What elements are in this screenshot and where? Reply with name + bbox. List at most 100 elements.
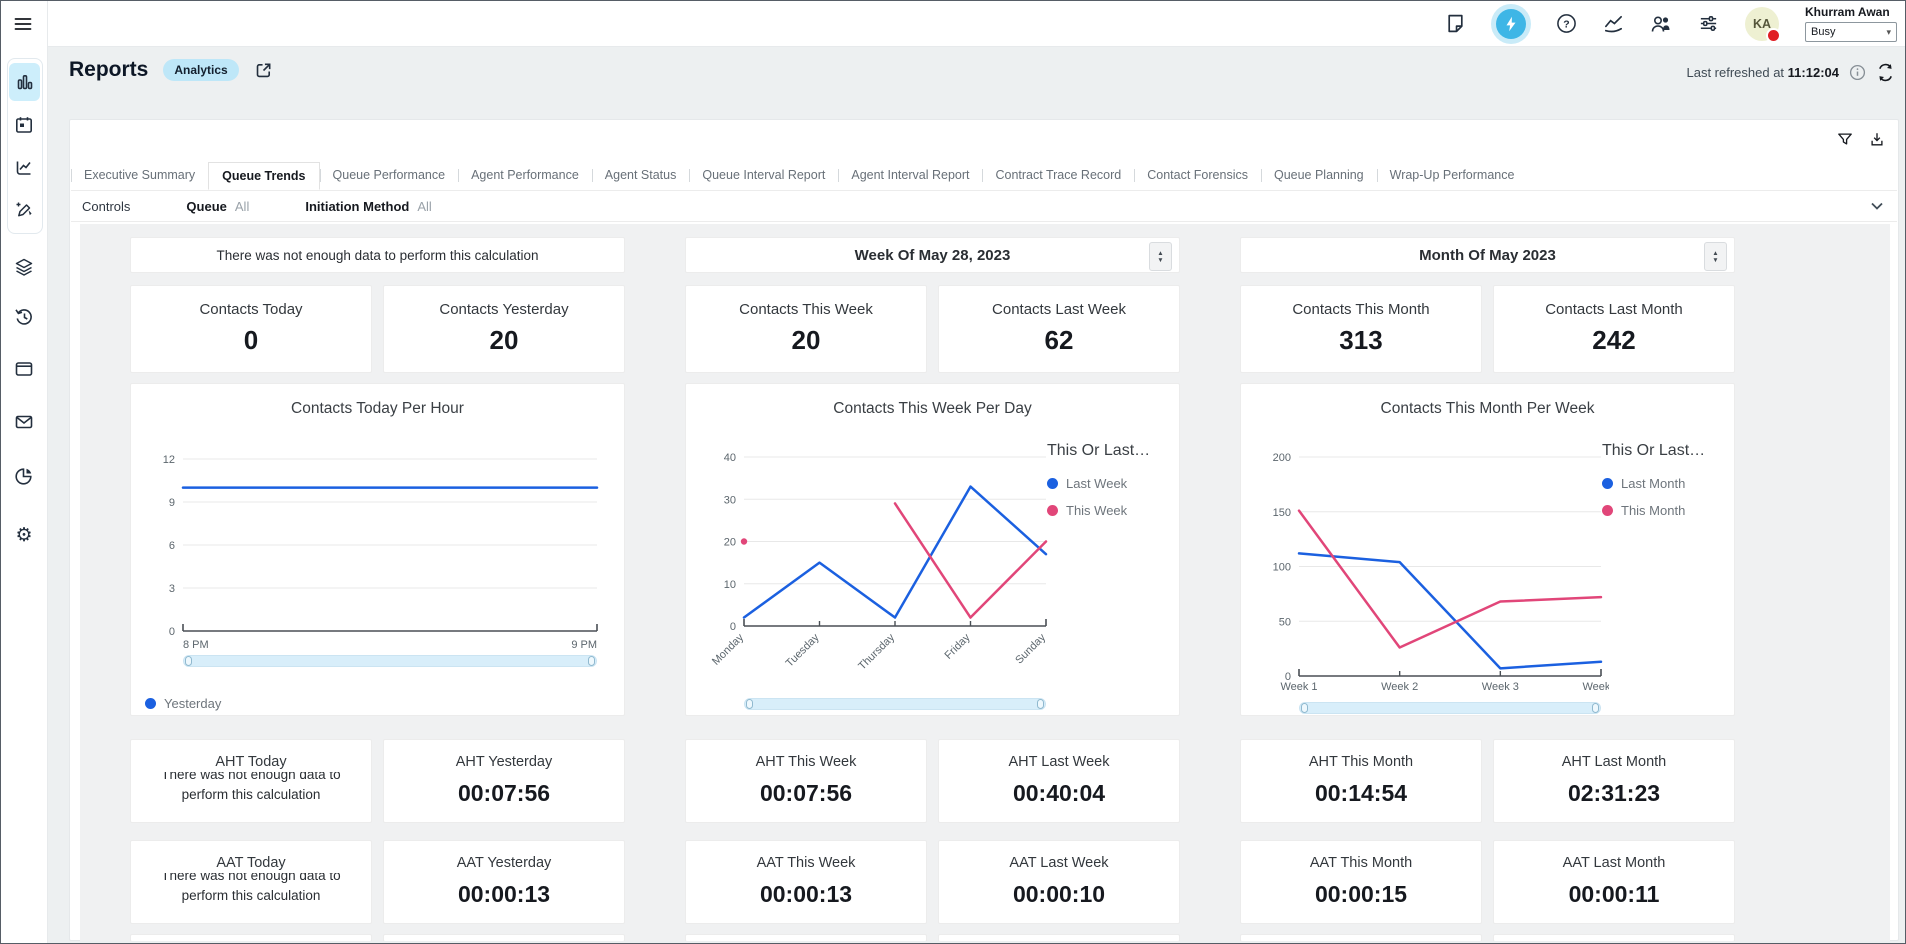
sidebar-item-settings[interactable]: ⚙ [10, 521, 38, 549]
metric-title: AAT This Week [686, 855, 926, 871]
kpi-card: Contacts Today0 [130, 285, 372, 373]
tab-wrap-up-performance[interactable]: Wrap-Up Performance [1377, 162, 1528, 190]
page: ? KA Khurram Awan Busy ▾ [0, 0, 1906, 944]
chart-plot: 050100150200Week 1Week 2Week 3Week 4 [1253, 430, 1609, 692]
tabs-row: Executive SummaryQueue TrendsQueue Perfo… [71, 162, 1897, 191]
chart-title: Contacts Today Per Hour [131, 400, 624, 418]
chart-title: Contacts This Month Per Week [1241, 400, 1734, 418]
sidebar-item-calendar[interactable] [10, 111, 38, 139]
sidebar-item-history[interactable] [10, 303, 38, 331]
tab-queue-performance[interactable]: Queue Performance [320, 162, 459, 190]
tab-contract-trace-record[interactable]: Contract Trace Record [982, 162, 1134, 190]
download-icon [1869, 131, 1885, 147]
chart-x-scrollbar[interactable] [744, 698, 1046, 710]
tab-queue-trends[interactable]: Queue Trends [208, 162, 319, 190]
help-icon[interactable]: ? [1556, 13, 1577, 34]
svg-text:8 PM: 8 PM [183, 639, 209, 651]
date-stepper[interactable]: ▲▼ [1704, 242, 1727, 271]
sidebar-item-reports[interactable] [10, 462, 38, 490]
sidebar-item-annotate[interactable] [10, 196, 38, 224]
filter-initiation-method[interactable]: Initiation Method All [305, 199, 431, 214]
tab-executive-summary[interactable]: Executive Summary [71, 162, 208, 190]
sidebar-item-window[interactable] [10, 355, 38, 383]
sidebar-item-metrics[interactable] [10, 154, 38, 182]
tab-queue-interval-report[interactable]: Queue Interval Report [689, 162, 838, 190]
sidebar-item-layers[interactable] [10, 253, 38, 281]
next-row-card-sliver [130, 934, 372, 941]
topbar: ? KA Khurram Awan Busy ▾ [1, 1, 1905, 47]
svg-text:0: 0 [169, 626, 175, 638]
kpi-value: 20 [384, 325, 624, 356]
aht-card: AHT Last Week00:40:04 [938, 739, 1180, 823]
export-button[interactable] [1869, 131, 1885, 147]
quick-actions-button[interactable] [1496, 9, 1526, 39]
legend-item: Last Month [1602, 476, 1728, 491]
line-chart-icon [14, 158, 34, 178]
kpi-value: 313 [1241, 325, 1481, 356]
svg-text:Week 1: Week 1 [1280, 681, 1317, 692]
tab-contact-forensics[interactable]: Contact Forensics [1134, 162, 1261, 190]
svg-text:Thursday: Thursday [856, 631, 897, 672]
period-header-card: Week Of May 28, 2023▲▼ [685, 237, 1180, 273]
chart-card: Contacts Today Per Hour0369128 PM9 PMYes… [130, 383, 625, 716]
chart-legend: Yesterday [145, 696, 221, 711]
metric-title: AHT Last Month [1494, 754, 1734, 770]
metrics-icon[interactable] [1603, 13, 1624, 34]
refresh-button[interactable] [1876, 63, 1895, 82]
svg-text:10: 10 [724, 579, 736, 591]
chart-body: 050100150200Week 1Week 2Week 3Week 4This… [1253, 430, 1730, 715]
legend-label: Last Month [1621, 476, 1685, 491]
svg-text:Sunday: Sunday [1013, 631, 1048, 666]
metric-title: AAT Yesterday [384, 855, 624, 871]
chart-x-scrollbar[interactable] [183, 655, 597, 667]
kpi-card: Contacts This Month313 [1240, 285, 1482, 373]
stepper-down-icon: ▼ [1157, 257, 1163, 264]
collapse-chevron-button[interactable] [1869, 198, 1885, 214]
legend-dot [1047, 478, 1058, 489]
chart-x-scrollbar[interactable] [1299, 702, 1601, 714]
tab-queue-planning[interactable]: Queue Planning [1261, 162, 1377, 190]
aat-card: AAT This Week00:00:13 [685, 840, 927, 924]
filter-icon [1837, 131, 1853, 147]
notes-icon[interactable] [1445, 13, 1466, 34]
sidebar: ⚙ [1, 1, 48, 943]
busy-status-dot [1766, 28, 1781, 43]
svg-text:Week 4: Week 4 [1582, 681, 1609, 692]
date-stepper[interactable]: ▲▼ [1149, 242, 1172, 271]
aht-card: AHT TodayThere was not enough data to pe… [130, 739, 372, 823]
svg-text:Week 3: Week 3 [1482, 681, 1519, 692]
tab-agent-interval-report[interactable]: Agent Interval Report [838, 162, 982, 190]
refresh-icon [1876, 63, 1895, 82]
hamburger-menu-button[interactable] [13, 14, 33, 34]
settings-sliders-icon[interactable] [1698, 13, 1719, 34]
status-select[interactable]: Busy ▾ [1805, 22, 1897, 42]
metric-value: 00:07:56 [384, 780, 624, 807]
sidebar-item-email[interactable] [10, 408, 38, 436]
gear-icon: ⚙ [15, 526, 32, 545]
svg-text:30: 30 [724, 494, 736, 506]
page-title: Reports [69, 58, 148, 82]
kpi-card: Contacts This Week20 [685, 285, 927, 373]
sidebar-item-dashboard[interactable] [9, 63, 40, 101]
tab-agent-status[interactable]: Agent Status [592, 162, 690, 190]
external-link-icon [254, 61, 273, 80]
open-external-button[interactable] [254, 61, 273, 80]
status-value: Busy [1811, 26, 1835, 38]
tab-agent-performance[interactable]: Agent Performance [458, 162, 592, 190]
chart-card: Contacts This Week Per Day010203040Monda… [685, 383, 1180, 716]
avatar[interactable]: KA [1745, 7, 1779, 41]
agents-icon[interactable] [1650, 14, 1672, 34]
chart-card: Contacts This Month Per Week050100150200… [1240, 383, 1735, 716]
filter-queue[interactable]: Queue All [186, 199, 249, 214]
metric-value: 00:00:15 [1241, 881, 1481, 908]
chart-body: 010203040MondayTuesdayThursdayFridaySund… [698, 430, 1175, 715]
history-icon [14, 307, 34, 327]
filter-button[interactable] [1837, 131, 1853, 147]
pie-chart-icon [14, 466, 34, 486]
metric-title: AAT Last Week [939, 855, 1179, 871]
info-icon[interactable] [1849, 64, 1866, 81]
metric-value: 00:40:04 [939, 780, 1179, 807]
legend-dot [145, 698, 156, 709]
metric-value: 00:07:56 [686, 780, 926, 807]
metric-title: AHT Today [131, 754, 371, 770]
